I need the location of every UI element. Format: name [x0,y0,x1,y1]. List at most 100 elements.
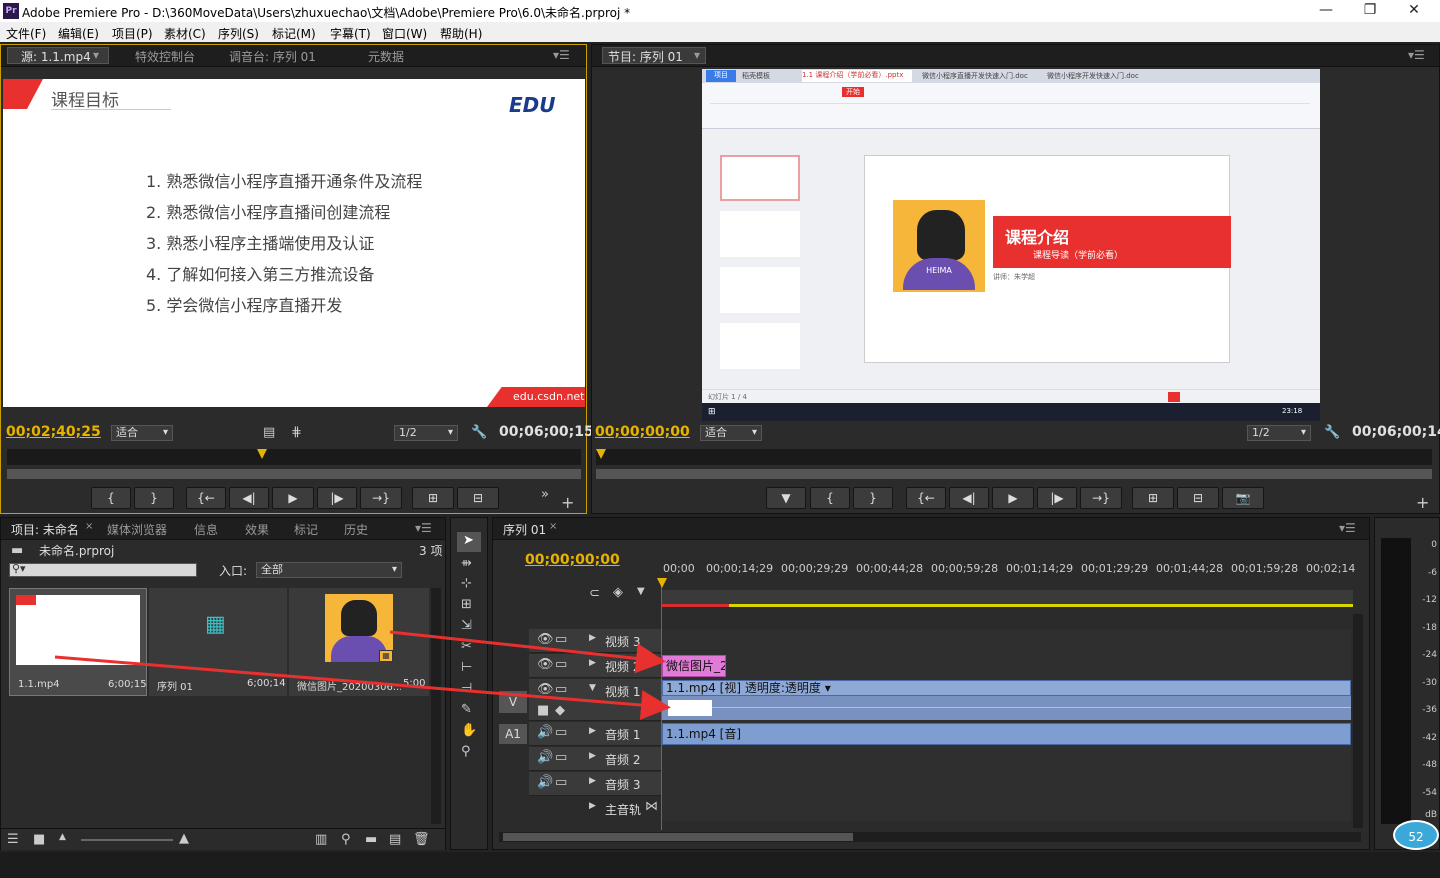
audio-target-button[interactable]: A1 [499,724,527,744]
keyframe-display-icon[interactable]: ■ [537,703,549,718]
rolling-edit-tool-icon[interactable]: ⊞ [461,597,472,612]
export-frame-icon[interactable]: 📷 [1222,487,1264,509]
insert-icon[interactable]: ⊞ [412,487,454,509]
tab-source[interactable]: 源: 1.1.mp4 [21,48,91,65]
sync-lock-icon[interactable]: ▭ [555,682,567,697]
source-current-timecode[interactable]: 00;02;40;25 [6,424,101,440]
go-to-end-icon[interactable]: ⋈ [645,799,658,814]
expand-track-icon[interactable]: ▶ [589,776,596,786]
project-item-image[interactable]: ▦ 微信图片_20200306... 5;00 [289,588,429,696]
ripple-edit-tool-icon[interactable]: ⊹ [461,576,472,591]
close-icon[interactable]: × [85,521,93,532]
trash-icon[interactable]: 🗑 [413,832,430,847]
sync-lock-icon[interactable]: ▭ [555,632,567,647]
panel-menu-icon[interactable]: ▾☰ [553,48,570,62]
audio-clip[interactable]: 1.1.mp4 [音] [662,723,1351,745]
fast-forward-icon[interactable]: » [541,487,549,502]
tab-history[interactable]: 历史 [344,521,368,538]
play-button[interactable]: ▶ [272,487,314,509]
wrench-icon[interactable]: 🔧 [1324,425,1340,440]
lift-icon[interactable]: ⊞ [1132,487,1174,509]
collapse-track-icon[interactable]: ▼ [589,683,596,693]
menu-sequence[interactable]: 序列(S) [218,25,259,42]
program-current-timecode[interactable]: 00;00;00;00 [595,424,690,440]
close-icon[interactable]: ✕ [1400,2,1428,20]
project-item-video[interactable]: 1.1.mp4 6;00;15 [9,588,147,696]
project-item-sequence[interactable]: ▦ 序列 01 6;00;14 [149,588,287,696]
maximize-icon[interactable]: ❐ [1356,2,1384,20]
extract-icon[interactable]: ⊟ [1177,487,1219,509]
program-zoom-select[interactable]: 适合 [700,425,762,441]
eye-icon[interactable]: 👁 [537,632,554,647]
hand-tool-icon[interactable]: ✋ [461,723,477,738]
keyframe-icon[interactable]: ◆ [555,703,565,718]
expand-track-icon[interactable]: ▶ [589,658,596,668]
add-button-icon[interactable]: + [1416,493,1429,512]
chevron-down-icon[interactable]: ▾ [93,48,99,62]
menu-window[interactable]: 窗口(W) [382,25,427,42]
slide-tool-icon[interactable]: ⊣ [461,681,472,696]
new-item-icon[interactable]: ▤ [389,832,401,847]
tab-audio-mixer[interactable]: 调音台: 序列 01 [229,48,316,65]
work-area-bar[interactable] [661,590,1353,604]
project-scrollbar[interactable] [431,588,441,824]
icon-view-icon[interactable]: ■ [33,832,45,847]
video-clip-header[interactable]: 1.1.mp4 [视] 透明度:透明度 ▾ [662,680,1351,696]
menu-edit[interactable]: 编辑(E) [58,25,99,42]
tab-markers[interactable]: 标记 [294,521,318,538]
program-time-ruler[interactable] [596,449,1432,465]
panel-menu-icon[interactable]: ▾☰ [415,521,432,535]
step-back-button[interactable]: ◀| [949,487,989,509]
speaker-icon[interactable]: 🔊 [537,775,553,790]
assistant-badge[interactable]: 52 [1393,820,1439,850]
tab-program[interactable]: 节目: 序列 01 [608,48,683,65]
speaker-icon[interactable]: 🔊 [537,725,553,740]
automate-icon[interactable]: ▥ [315,832,327,847]
track-select-tool-icon[interactable]: ⇻ [461,556,472,571]
find-icon[interactable]: ⚲ [341,832,351,847]
pen-tool-icon[interactable]: ✎ [461,702,472,717]
source-resolution-select[interactable]: 1/2 [394,425,458,441]
source-playhead[interactable] [257,449,267,459]
mark-in-button[interactable]: { [810,487,850,509]
add-button-icon[interactable]: + [561,493,574,512]
image-clip[interactable]: 微信图片_2 [662,655,726,677]
selection-tool-icon[interactable]: ➤ [457,532,481,552]
video-target-button[interactable]: V [499,691,527,713]
menu-help[interactable]: 帮助(H) [440,25,482,42]
expand-track-icon[interactable]: ▶ [589,801,596,811]
program-playhead[interactable] [596,449,606,459]
program-zoom-scrollbar[interactable] [596,469,1432,479]
source-zoom-select[interactable]: 适合 [111,425,173,441]
safe-margins-icon[interactable]: ▤ [263,425,275,440]
program-resolution-select[interactable]: 1/2 [1247,425,1311,441]
razor-tool-icon[interactable]: ✂ [461,639,472,654]
tab-effects[interactable]: 效果 [245,521,269,538]
panel-menu-icon[interactable]: ▾☰ [1339,521,1356,535]
menu-marker[interactable]: 标记(M) [272,25,316,42]
video-clip-body[interactable] [662,696,1351,720]
zoom-out-icon[interactable]: ▲ [59,832,66,842]
chevron-down-icon[interactable]: ▾ [694,48,700,62]
go-to-out-button[interactable]: →} [1080,487,1122,509]
rate-stretch-tool-icon[interactable]: ⇲ [461,618,472,633]
eye-icon[interactable]: 👁 [537,682,554,697]
menu-file[interactable]: 文件(F) [6,25,46,42]
expand-track-icon[interactable]: ▶ [589,633,596,643]
step-forward-button[interactable]: |▶ [1037,487,1077,509]
timeline-playhead[interactable] [661,580,662,830]
timeline-timecode[interactable]: 00;00;00;00 [525,552,620,568]
go-to-in-button[interactable]: {← [906,487,946,509]
wrench-icon[interactable]: 🔧 [471,425,487,440]
source-zoom-scrollbar[interactable] [7,469,581,479]
list-view-icon[interactable]: ☰ [7,832,19,847]
zoom-tool-icon[interactable]: ⚲ [461,744,471,759]
step-back-button[interactable]: ◀| [229,487,269,509]
play-button[interactable]: ▶ [992,487,1034,509]
go-to-in-button[interactable]: {← [186,487,226,509]
sync-lock-icon[interactable]: ▭ [555,657,567,672]
mark-out-button[interactable]: } [853,487,893,509]
menu-project[interactable]: 项目(P) [112,25,153,42]
menu-clip[interactable]: 素材(C) [164,25,206,42]
timeline-vertical-scrollbar[interactable] [1353,614,1363,828]
